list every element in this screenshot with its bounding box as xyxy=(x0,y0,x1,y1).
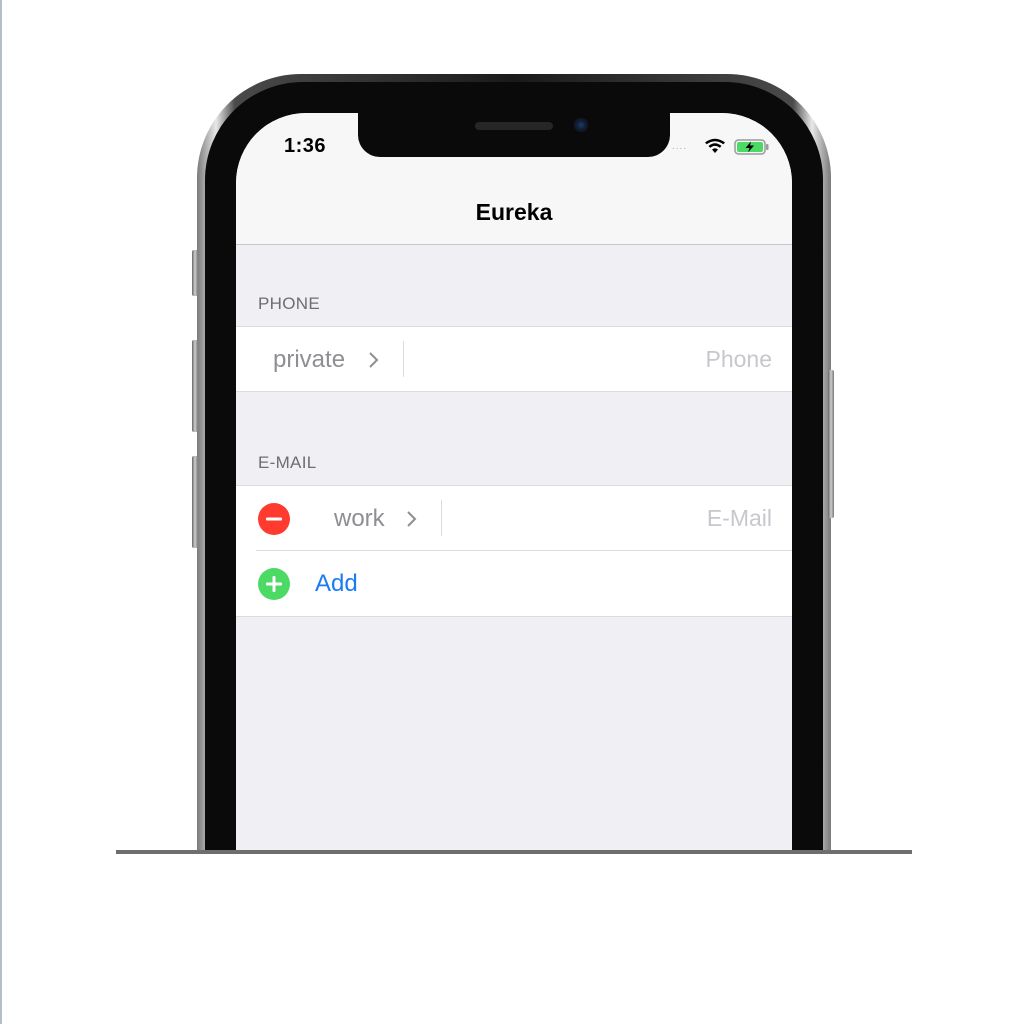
minus-circle-icon[interactable] xyxy=(258,503,290,535)
add-email-button[interactable]: Add xyxy=(315,570,358,598)
volume-down-button xyxy=(192,456,198,548)
plus-circle-icon[interactable] xyxy=(258,568,290,600)
status-time: 1:36 xyxy=(284,135,327,157)
phone-row: private Phone xyxy=(236,327,792,391)
chevron-right-icon[interactable] xyxy=(367,350,381,370)
email-input[interactable]: E-Mail xyxy=(707,505,772,532)
phone-input[interactable]: Phone xyxy=(705,346,772,373)
power-button xyxy=(828,370,834,518)
battery-charging-icon xyxy=(734,139,769,155)
email-row-separator xyxy=(441,500,442,536)
wifi-icon xyxy=(705,138,725,153)
row-divider xyxy=(256,550,792,551)
email-section-group: work E-Mail Add xyxy=(236,485,792,617)
front-camera xyxy=(574,118,588,132)
email-type-label[interactable]: work xyxy=(334,505,385,533)
app-screen: Eureka 1:36 .... PHONE private Phone E-M… xyxy=(236,113,792,850)
chevron-right-icon[interactable] xyxy=(405,509,419,529)
add-email-row[interactable]: Add xyxy=(236,552,792,616)
phone-section-header: PHONE xyxy=(258,294,320,313)
phone-row-separator xyxy=(403,341,404,377)
volume-up-button xyxy=(192,340,198,432)
phone-type-label[interactable]: private xyxy=(273,346,345,374)
speaker-grille xyxy=(475,122,553,130)
phone-section-group: private Phone xyxy=(236,326,792,392)
nav-title: Eureka xyxy=(475,199,553,225)
notch xyxy=(358,113,670,157)
bottom-baseline xyxy=(116,850,912,854)
phone-device: Eureka 1:36 .... PHONE private Phone E-M… xyxy=(0,0,1024,850)
email-row: work E-Mail xyxy=(236,486,792,550)
stage: Eureka 1:36 .... PHONE private Phone E-M… xyxy=(0,0,1024,1024)
mute-switch xyxy=(192,250,198,296)
signal-dots: .... xyxy=(672,141,688,152)
email-section-header: E-MAIL xyxy=(258,453,317,472)
